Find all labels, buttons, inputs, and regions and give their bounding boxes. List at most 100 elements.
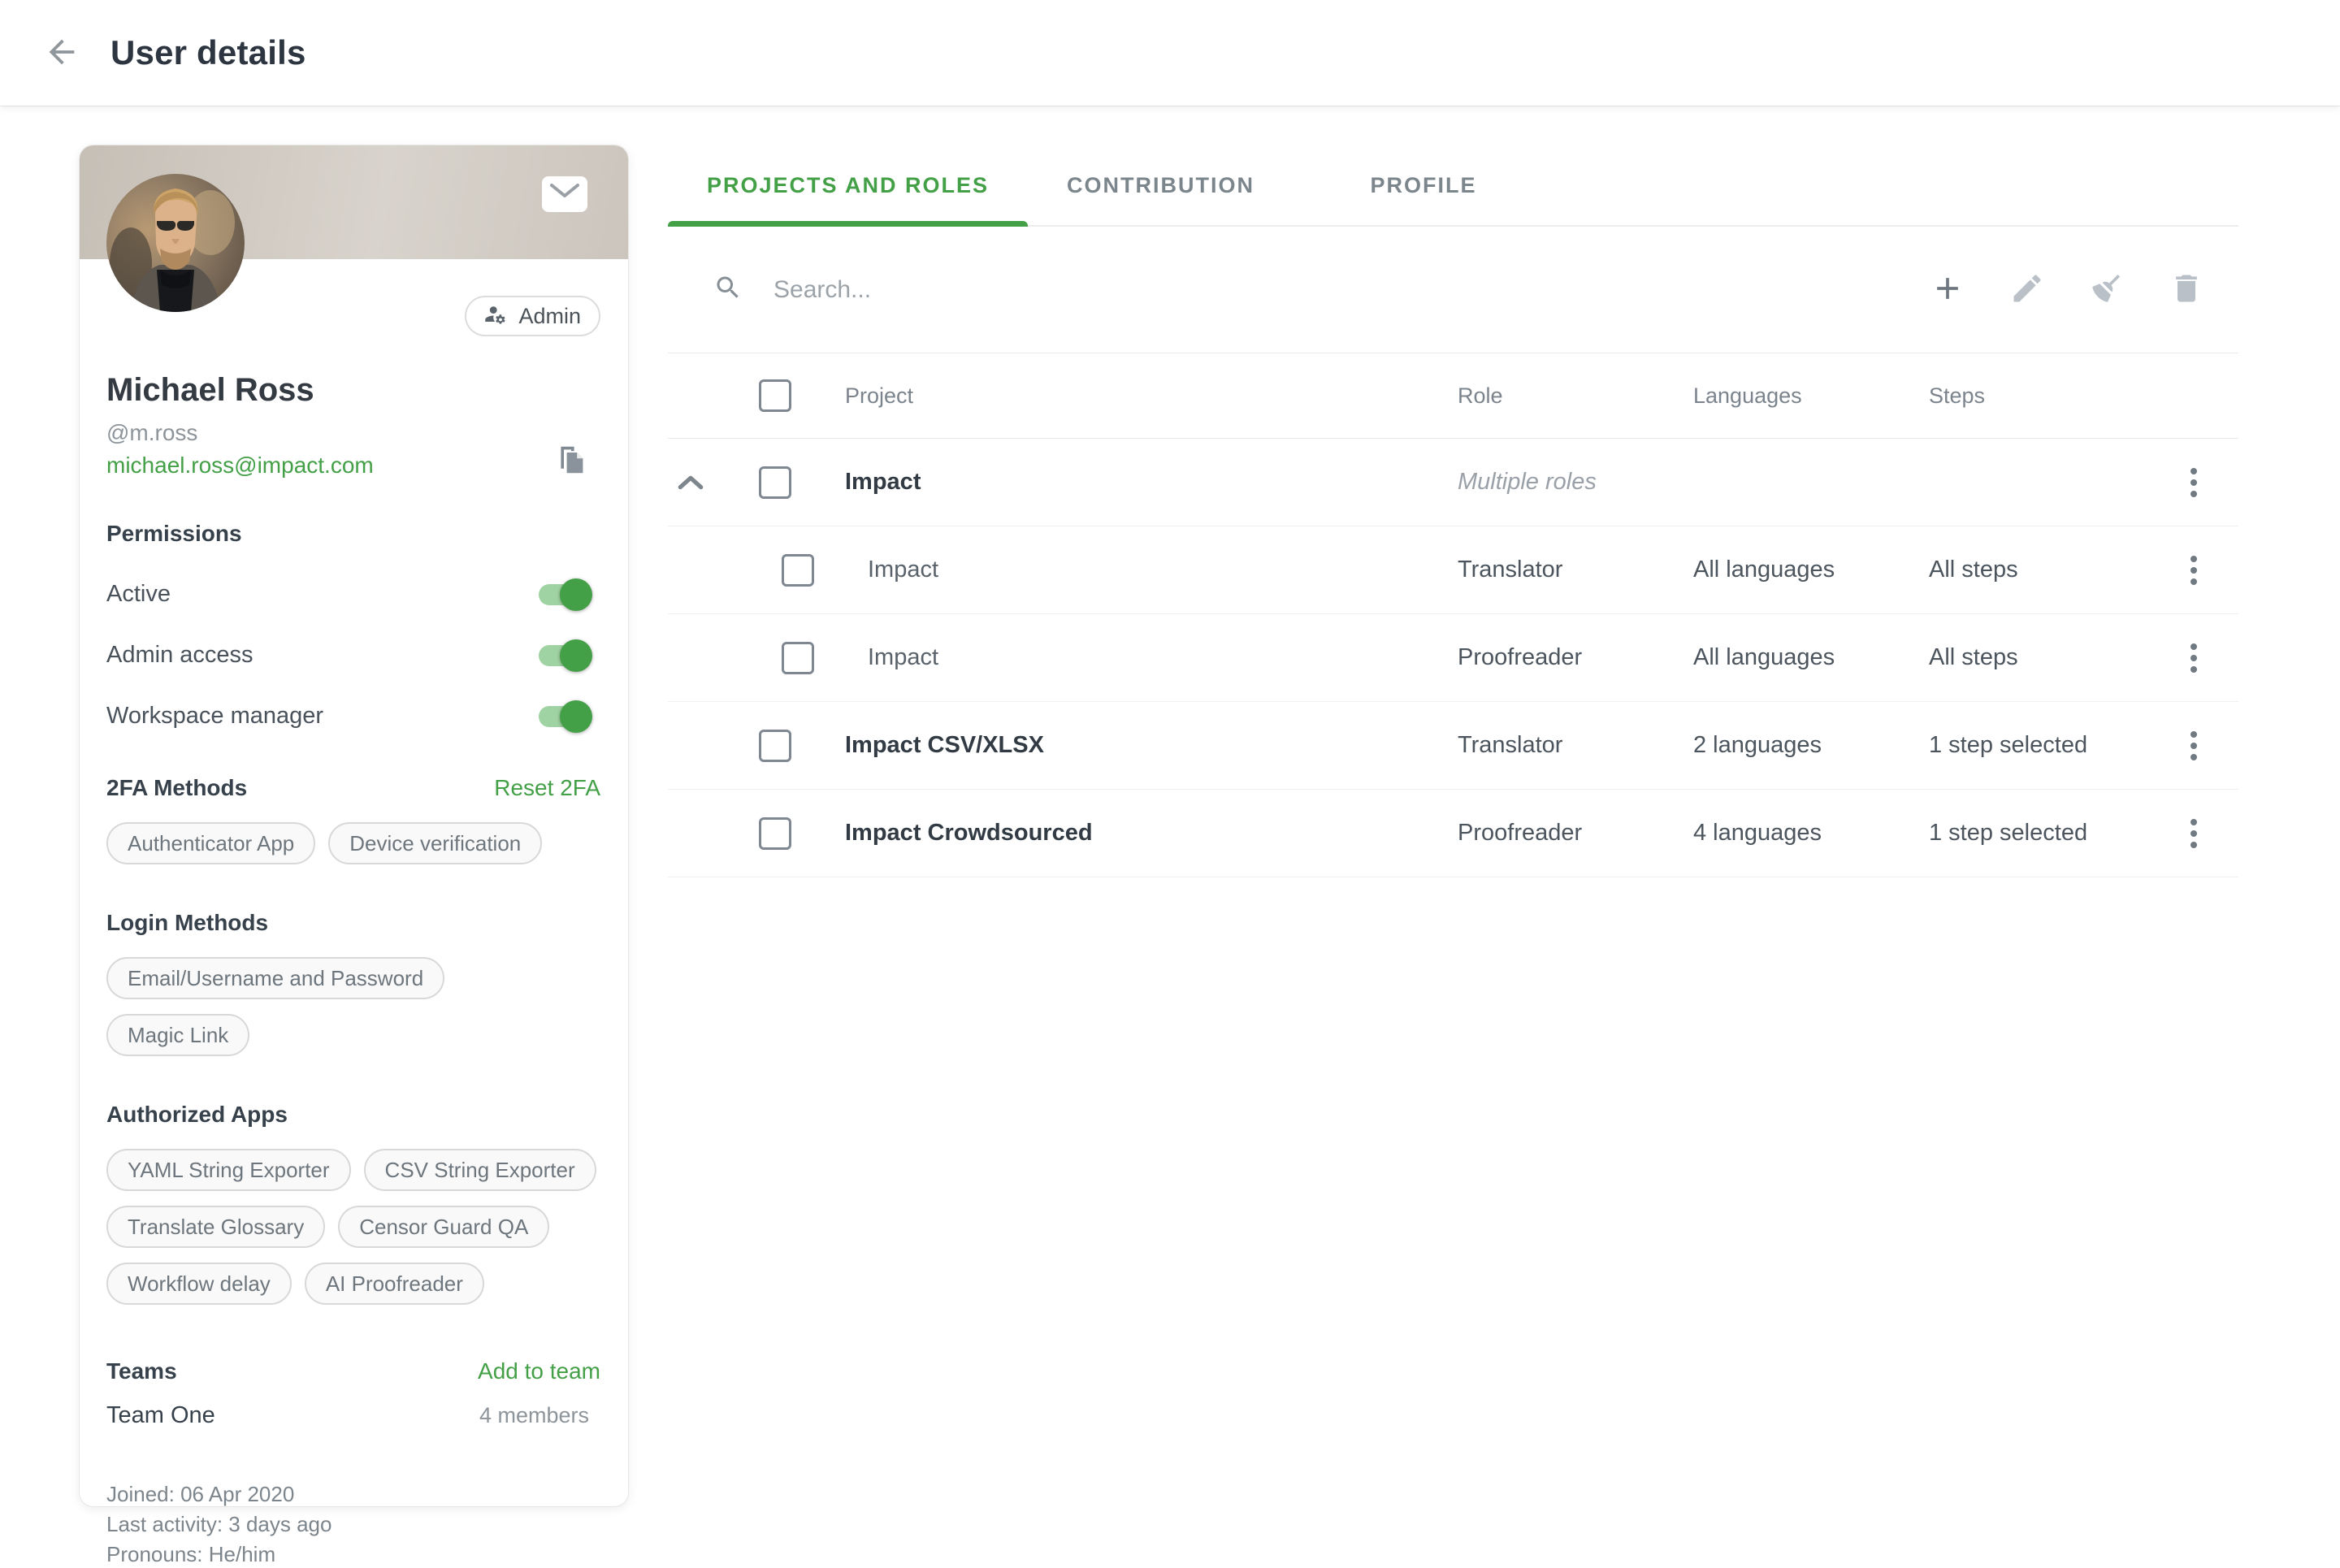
- plus-icon: [1930, 271, 1965, 309]
- meta-joined: Joined: 06 Apr 2020: [106, 1479, 600, 1510]
- login-method-chips: Email/Username and Password Magic Link: [106, 957, 600, 1056]
- row-checkbox[interactable]: [759, 466, 791, 499]
- project-name: Impact: [804, 644, 1458, 671]
- teams-title: Teams: [106, 1358, 177, 1384]
- role-value: Translator: [1458, 557, 1693, 583]
- table-row[interactable]: Impact Translator All languages All step…: [668, 526, 2238, 614]
- row-checkbox[interactable]: [759, 730, 791, 762]
- team-row[interactable]: Team One 4 members: [106, 1402, 600, 1429]
- profile-card: Admin Michael Ross @m.ross michael.ross@…: [79, 145, 629, 1507]
- toggle-label: Workspace manager: [106, 703, 323, 730]
- send-message-button[interactable]: [542, 176, 587, 212]
- table-row[interactable]: Impact Crowdsourced Proofreader 4 langua…: [668, 790, 2238, 877]
- arrow-back-icon: [43, 33, 80, 73]
- team-name: Team One: [106, 1402, 215, 1429]
- column-project: Project: [804, 383, 1458, 409]
- app-chip: Censor Guard QA: [338, 1206, 549, 1248]
- user-email-link[interactable]: michael.ross@impact.com: [106, 453, 374, 479]
- user-handle: @m.ross: [106, 420, 600, 446]
- role-value: Proofreader: [1458, 820, 1693, 847]
- admin-user-gear-icon: [484, 301, 509, 331]
- top-bar: User details: [0, 0, 2340, 106]
- team-members-count: 4 members: [479, 1403, 589, 1428]
- twofa-chip: Authenticator App: [106, 822, 315, 864]
- row-checkbox[interactable]: [759, 817, 791, 850]
- languages-value: All languages: [1693, 644, 1929, 671]
- add-button[interactable]: [1928, 271, 1967, 310]
- profile-card-body: Admin Michael Ross @m.ross michael.ross@…: [80, 296, 628, 1568]
- workspace-manager-toggle[interactable]: [539, 706, 591, 727]
- add-to-team-link[interactable]: Add to team: [478, 1358, 600, 1384]
- broom-icon: [2089, 271, 2125, 309]
- edit-button[interactable]: [2008, 271, 2047, 310]
- toggle-row-admin-access: Admin access: [106, 642, 600, 669]
- table-header: Project Role Languages Steps: [668, 353, 2238, 439]
- table-row[interactable]: Impact CSV/XLSX Translator 2 languages 1…: [668, 702, 2238, 790]
- tab-bar: PROJECTS AND ROLES CONTRIBUTION PROFILE: [668, 146, 2238, 227]
- search-icon: [713, 273, 743, 306]
- twofa-chips: Authenticator App Device verification: [106, 822, 600, 864]
- user-name: Michael Ross: [106, 372, 600, 409]
- app-chip: AI Proofreader: [305, 1263, 484, 1305]
- languages-value: 4 languages: [1693, 820, 1929, 847]
- table-toolbar: [668, 227, 2238, 353]
- steps-value: 1 step selected: [1929, 820, 2148, 847]
- app-chip: Translate Glossary: [106, 1206, 325, 1248]
- table-row[interactable]: Impact Proofreader All languages All ste…: [668, 614, 2238, 702]
- twofa-title: 2FA Methods: [106, 775, 247, 801]
- steps-value: All steps: [1929, 557, 2148, 583]
- avatar: [106, 174, 245, 312]
- reset-2fa-link[interactable]: Reset 2FA: [494, 775, 600, 801]
- admin-access-toggle[interactable]: [539, 645, 591, 666]
- tab-projects-and-roles[interactable]: PROJECTS AND ROLES: [668, 146, 1028, 225]
- envelope-icon: [549, 183, 580, 206]
- meta-pronouns: Pronouns: He/him: [106, 1540, 600, 1568]
- collapse-chevron-icon[interactable]: [668, 460, 713, 505]
- role-value: Multiple roles: [1458, 469, 1693, 496]
- app-chip: YAML String Exporter: [106, 1149, 351, 1191]
- app-chip: Workflow delay: [106, 1263, 292, 1305]
- project-name: Impact: [804, 469, 1458, 496]
- permissions-title: Permissions: [106, 521, 242, 547]
- authorized-app-chips: YAML String Exporter CSV String Exporter…: [106, 1149, 600, 1305]
- tab-contribution[interactable]: CONTRIBUTION: [1028, 146, 1294, 225]
- delete-button[interactable]: [2167, 271, 2206, 310]
- copy-email-button[interactable]: [557, 444, 586, 479]
- column-role: Role: [1458, 383, 1693, 409]
- steps-value: All steps: [1929, 644, 2148, 671]
- row-menu-button[interactable]: [2174, 463, 2213, 502]
- project-name: Impact Crowdsourced: [804, 820, 1458, 847]
- table-row[interactable]: Impact Multiple roles: [668, 439, 2238, 526]
- twofa-chip: Device verification: [328, 822, 542, 864]
- toggle-label: Admin access: [106, 642, 254, 669]
- login-method-chip: Magic Link: [106, 1014, 249, 1056]
- user-details-screen: User details: [0, 0, 2340, 1568]
- back-button[interactable]: [39, 30, 84, 76]
- tab-profile[interactable]: PROFILE: [1294, 146, 1554, 225]
- meta-last-activity: Last activity: 3 days ago: [106, 1510, 600, 1540]
- toggle-row-workspace-manager: Workspace manager: [106, 703, 600, 730]
- active-toggle[interactable]: [539, 584, 591, 605]
- role-value: Proofreader: [1458, 644, 1693, 671]
- login-methods-title: Login Methods: [106, 910, 268, 936]
- row-menu-button[interactable]: [2174, 814, 2213, 853]
- copy-icon: [557, 466, 586, 479]
- toggle-label: Active: [106, 581, 171, 608]
- trash-icon: [2169, 271, 2204, 309]
- row-menu-button[interactable]: [2174, 639, 2213, 678]
- row-menu-button[interactable]: [2174, 726, 2213, 765]
- pencil-icon: [2009, 271, 2045, 309]
- admin-badge-label: Admin: [518, 304, 581, 329]
- toggle-row-active: Active: [106, 581, 600, 608]
- project-name: Impact: [804, 557, 1458, 583]
- select-all-checkbox[interactable]: [759, 379, 791, 412]
- search-input[interactable]: [772, 275, 1669, 305]
- authorized-apps-title: Authorized Apps: [106, 1102, 288, 1128]
- role-value: Translator: [1458, 732, 1693, 759]
- row-menu-button[interactable]: [2174, 551, 2213, 590]
- column-languages: Languages: [1693, 383, 1929, 409]
- user-meta-block: Joined: 06 Apr 2020 Last activity: 3 day…: [106, 1479, 600, 1568]
- clear-roles-button[interactable]: [2087, 271, 2126, 310]
- page-title: User details: [110, 33, 306, 72]
- main-panel: PROJECTS AND ROLES CONTRIBUTION PROFILE: [668, 146, 2238, 877]
